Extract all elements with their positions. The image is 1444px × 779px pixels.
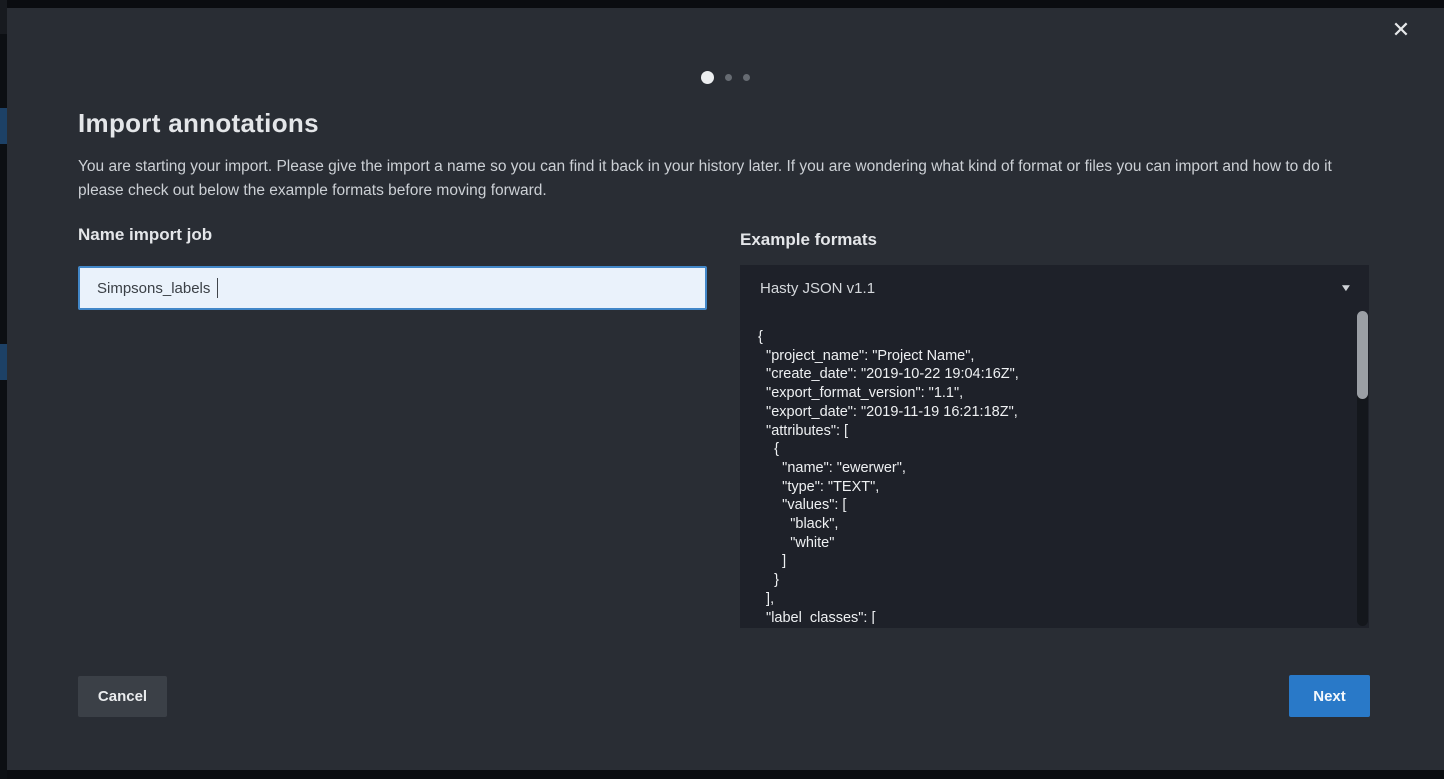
example-code-block: { "project_name": "Project Name", "creat… — [758, 328, 1343, 624]
modal-description: You are starting your import. Please giv… — [78, 155, 1363, 203]
text-cursor — [217, 278, 218, 298]
code-scrollbar-track[interactable] — [1357, 311, 1368, 626]
chevron-down-icon: ▼ — [1339, 283, 1352, 294]
name-import-job-label: Name import job — [78, 225, 212, 245]
next-button[interactable]: Next — [1289, 675, 1370, 717]
step-dot-1 — [701, 71, 714, 84]
step-dot-2 — [725, 74, 732, 81]
page-title: Import annotations — [78, 108, 319, 139]
code-scrollbar-thumb[interactable] — [1357, 311, 1368, 399]
close-icon[interactable]: ✕ — [1385, 14, 1417, 46]
wizard-step-indicator — [7, 71, 1444, 84]
background-sidebar-active-item — [0, 344, 7, 380]
background-sidebar-active-item — [0, 108, 7, 144]
cancel-button[interactable]: Cancel — [78, 676, 167, 717]
background-app-strip — [0, 0, 7, 779]
import-name-input[interactable] — [78, 266, 707, 310]
example-formats-label: Example formats — [740, 230, 877, 250]
background-sidebar-segment — [0, 0, 7, 34]
import-name-field-wrap — [78, 266, 707, 310]
import-annotations-modal: ✕ Import annotations You are starting yo… — [7, 8, 1444, 770]
step-dot-3 — [743, 74, 750, 81]
format-select[interactable]: Hasty JSON v1.1 ▼ — [740, 265, 1369, 311]
format-select-value: Hasty JSON v1.1 — [760, 280, 1341, 297]
example-formats-panel: Hasty JSON v1.1 ▼ { "project_name": "Pro… — [740, 265, 1369, 628]
